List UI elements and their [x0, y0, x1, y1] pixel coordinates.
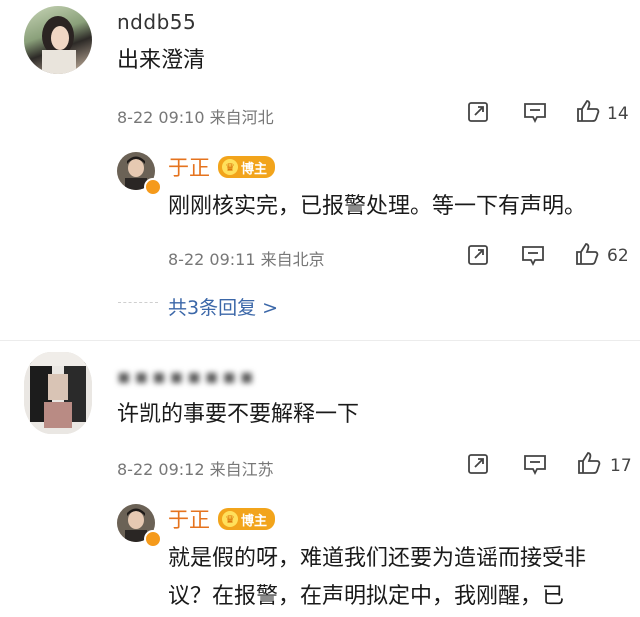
badge-label: 博主 [241, 513, 268, 529]
comment-date: 8-22 [117, 460, 154, 479]
avatar[interactable] [24, 352, 92, 434]
comment-username[interactable]: ▪▪▪▪▪▪▪▪ [117, 364, 257, 388]
share-icon[interactable] [466, 100, 490, 128]
reply-text-line-2: 议？在报警，在声明拟定中，我刚醒，已 [168, 584, 565, 609]
divider [0, 340, 640, 341]
comment-meta: 8-22 09:10 来自河北 [117, 104, 274, 128]
like-icon[interactable] [574, 241, 600, 271]
crown-icon: ♛ [222, 511, 238, 527]
reply-meta: 8-22 09:11 来自北京 [168, 246, 325, 270]
reply-date: 8-22 [168, 250, 205, 269]
share-icon[interactable] [466, 452, 490, 480]
comment-username[interactable]: nddb55 [117, 10, 196, 34]
author-badge: ♛ 博主 [218, 508, 276, 530]
comment-date: 8-22 [117, 108, 154, 127]
comment-meta: 8-22 09:12 来自江苏 [117, 456, 274, 480]
comment-location: 来自江苏 [209, 460, 274, 479]
like-count: 14 [607, 104, 629, 124]
share-icon[interactable] [466, 243, 490, 271]
avatar[interactable] [24, 6, 92, 74]
comment-icon[interactable] [522, 100, 548, 128]
like-count: 17 [610, 456, 632, 476]
reply-text: 刚刚核实完，已报警处理。等一下有声明。 [168, 194, 587, 219]
author-badge: ♛ 博主 [218, 156, 276, 178]
like-icon[interactable] [575, 98, 601, 128]
badge-label: 博主 [241, 161, 268, 177]
like-count: 62 [607, 246, 629, 266]
comment-icon[interactable] [520, 243, 546, 271]
comment-time: 09:12 [158, 460, 205, 479]
reply-username[interactable]: 于正 [168, 152, 210, 182]
reply-text-line-1: 就是假的呀，难道我们还要为造谣而接受非 [168, 546, 587, 571]
more-replies-link[interactable]: 共3条回复 > [168, 293, 278, 320]
comment-location: 来自河北 [209, 108, 274, 127]
verified-icon [144, 178, 162, 196]
divider-dashes [118, 302, 158, 303]
crown-icon: ♛ [222, 159, 238, 175]
reply-username[interactable]: 于正 [168, 504, 210, 534]
comment-text: 许凯的事要不要解释一下 [117, 402, 360, 427]
reply-time: 09:11 [209, 250, 256, 269]
comment-time: 09:10 [158, 108, 205, 127]
verified-icon [144, 530, 162, 548]
like-icon[interactable] [576, 450, 602, 480]
comment-icon[interactable] [522, 452, 548, 480]
reply-location: 来自北京 [260, 250, 325, 269]
comment-text: 出来澄清 [117, 48, 206, 73]
